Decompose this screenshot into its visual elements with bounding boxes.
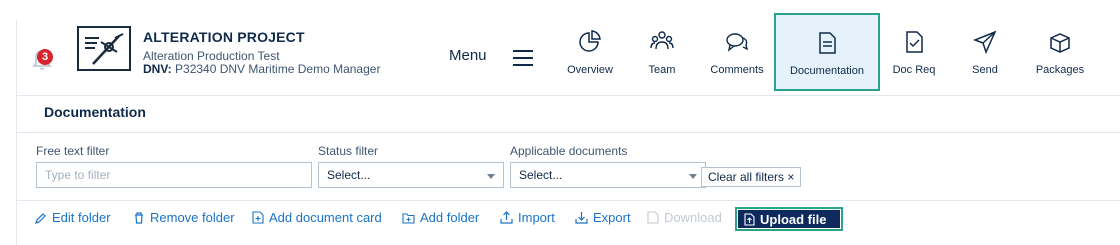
upload-file-button[interactable]: Upload file [738, 210, 840, 228]
free-text-filter-input[interactable]: Type to filter [36, 162, 312, 188]
nav-doc-req[interactable]: Doc Req [887, 20, 941, 95]
free-text-filter-label: Free text filter [36, 144, 110, 158]
document-icon [819, 32, 836, 54]
import-button[interactable]: Import [500, 210, 555, 225]
nav-label: Comments [710, 64, 764, 76]
send-icon [973, 30, 997, 54]
status-filter-value: Select... [327, 168, 371, 182]
download-label: Download [664, 210, 722, 225]
download-button[interactable]: Download [647, 210, 722, 225]
project-subtitle: Alteration Production Test [143, 49, 280, 63]
remove-folder-label: Remove folder [150, 210, 235, 225]
nav-comments[interactable]: Comments [703, 20, 771, 95]
notification-count-badge: 3 [37, 49, 53, 65]
chevron-down-icon [689, 174, 697, 179]
nav-label: Overview [567, 64, 613, 76]
add-document-card-label: Add document card [269, 210, 382, 225]
upload-file-highlight: Upload file [735, 207, 843, 231]
status-filter-label: Status filter [318, 144, 379, 158]
chevron-down-icon [487, 174, 495, 179]
import-label: Import [518, 210, 555, 225]
trash-icon [135, 211, 143, 224]
app-frame: 3 ALTERATION PROJECT Alteration Producti… [16, 13, 1120, 245]
applicable-documents-label: Applicable documents [510, 144, 628, 158]
notifications-button[interactable]: 3 [27, 40, 61, 74]
dnv-value: P32340 DNV Maritime Demo Manager [175, 62, 381, 76]
export-icon [575, 212, 588, 224]
nav-team[interactable]: Team [631, 20, 693, 95]
upload-file-label: Upload file [760, 211, 827, 227]
doc-check-icon [906, 31, 923, 53]
folder-plus-icon [402, 212, 415, 224]
dnv-label: DNV: [143, 62, 172, 76]
add-folder-label: Add folder [420, 210, 480, 225]
edit-folder-button[interactable]: Edit folder [35, 210, 111, 225]
document-download-icon [647, 211, 659, 224]
pie-chart-icon [579, 30, 601, 52]
clear-all-filters-button[interactable]: Clear all filters × [701, 167, 802, 187]
nav-label: Doc Req [892, 64, 936, 76]
title-divider [17, 132, 1120, 133]
drafting-tools-icon [85, 33, 124, 65]
nav-label: Documentation [790, 65, 864, 77]
nav-packages[interactable]: Packages [1025, 20, 1095, 95]
menu-label[interactable]: Menu [449, 47, 487, 64]
export-button[interactable]: Export [575, 210, 631, 225]
export-label: Export [593, 210, 631, 225]
document-plus-icon [252, 211, 264, 224]
nav-label: Send [972, 64, 998, 76]
status-filter-select[interactable]: Select... [318, 162, 504, 188]
header-divider [17, 95, 1120, 96]
page-title: Documentation [44, 104, 146, 120]
project-logo [77, 26, 131, 71]
nav-documentation[interactable]: Documentation [774, 13, 880, 91]
nav-label: Packages [1035, 64, 1085, 76]
filters-divider [17, 200, 1120, 201]
hamburger-menu-icon[interactable] [513, 50, 533, 66]
package-icon [1050, 33, 1070, 53]
document-upload-icon [744, 212, 755, 226]
project-title: ALTERATION PROJECT [143, 29, 305, 45]
pencil-icon [35, 212, 46, 224]
add-folder-button[interactable]: Add folder [402, 210, 479, 225]
applicable-documents-value: Select... [519, 168, 563, 182]
edit-folder-label: Edit folder [52, 210, 111, 225]
comments-icon [726, 33, 749, 52]
applicable-documents-select[interactable]: Select... [510, 162, 706, 188]
nav-send[interactable]: Send [961, 20, 1009, 95]
project-header: 3 ALTERATION PROJECT Alteration Producti… [17, 13, 1120, 95]
nav-label: Team [648, 64, 676, 76]
import-icon [500, 211, 513, 224]
remove-folder-button[interactable]: Remove folder [133, 210, 235, 225]
project-dnv-line: DNV: P32340 DNV Maritime Demo Manager [143, 62, 380, 76]
add-document-card-button[interactable]: Add document card [252, 210, 382, 225]
nav-overview[interactable]: Overview [557, 20, 623, 95]
team-icon [650, 31, 674, 50]
